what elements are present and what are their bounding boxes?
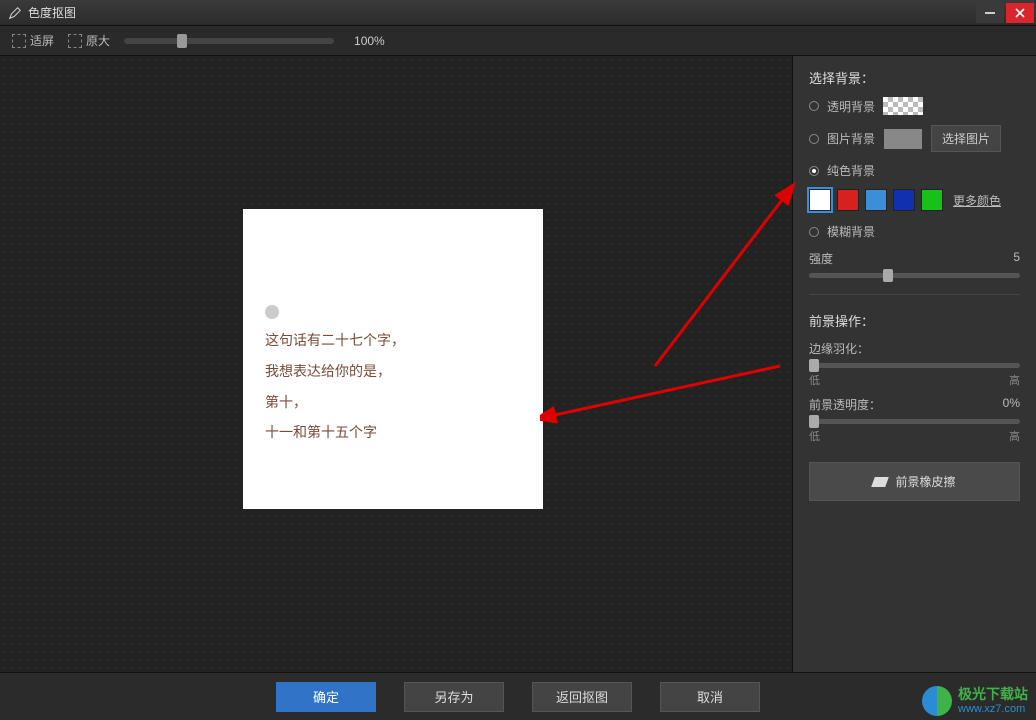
zoom-slider[interactable] — [124, 38, 334, 44]
watermark-url: www.xz7.com — [958, 703, 1028, 716]
solid-bg-label: 纯色背景 — [827, 162, 875, 179]
original-label: 原大 — [86, 32, 110, 49]
close-button[interactable] — [1006, 3, 1034, 23]
low-label: 低 — [809, 428, 820, 444]
feather-label: 边缘羽化： — [809, 340, 869, 357]
fg-section-title: 前景操作： — [809, 311, 1020, 330]
color-swatch-green[interactable] — [921, 189, 943, 211]
fit-screen-button[interactable]: 适屏 — [12, 32, 54, 49]
low-label: 低 — [809, 372, 820, 388]
close-icon — [1015, 8, 1025, 18]
opacity-label: 前景透明度： — [809, 396, 881, 413]
titlebar: 色度抠图 — [0, 0, 1036, 26]
eraser-icon — [872, 477, 890, 487]
minimize-icon — [985, 8, 995, 18]
fit-label: 适屏 — [30, 32, 54, 49]
color-swatch-row: 更多颜色 — [809, 189, 1020, 211]
intensity-slider-block: 强度 5 — [809, 250, 1020, 278]
divider — [809, 294, 1020, 295]
more-colors-link[interactable]: 更多颜色 — [953, 192, 1001, 209]
text-line: 这句话有二十七个字， — [265, 327, 521, 358]
radio-icon — [809, 101, 819, 111]
sidebar: 选择背景： 透明背景 图片背景 选择图片 纯色背景 更多颜色 模糊背景 — [792, 56, 1036, 672]
transparent-swatch — [883, 97, 923, 115]
intensity-slider[interactable] — [809, 273, 1020, 278]
color-swatch-white[interactable] — [809, 189, 831, 211]
color-swatch-lightblue[interactable] — [865, 189, 887, 211]
slider-thumb[interactable] — [883, 269, 893, 282]
text-line: 十一和第十五个字 — [265, 419, 521, 450]
cancel-button[interactable]: 取消 — [660, 682, 760, 712]
blur-bg-label: 模糊背景 — [827, 223, 875, 240]
intensity-label: 强度 — [809, 250, 833, 267]
minimize-button[interactable] — [976, 3, 1004, 23]
annotation-arrow — [620, 176, 820, 376]
footer: 确定 另存为 返回抠图 取消 — [0, 672, 1036, 720]
zoom-value: 100% — [354, 34, 385, 48]
feather-slider-block: 边缘羽化： 低 高 — [809, 340, 1020, 388]
high-label: 高 — [1009, 428, 1020, 444]
radio-icon — [809, 166, 819, 176]
watermark-name: 极光下载站 — [958, 686, 1028, 703]
radio-image-bg[interactable]: 图片背景 选择图片 — [809, 125, 1020, 152]
high-label: 高 — [1009, 372, 1020, 388]
eraser-label: 前景橡皮擦 — [895, 473, 955, 490]
foreground-eraser-button[interactable]: 前景橡皮擦 — [809, 462, 1020, 501]
zoom-thumb[interactable] — [177, 34, 187, 48]
radio-solid-bg[interactable]: 纯色背景 — [809, 162, 1020, 179]
image-bg-swatch — [883, 128, 923, 150]
radio-icon — [809, 227, 819, 237]
preview-image: 这句话有二十七个字， 我想表达给你的是， 第十， 十一和第十五个字 — [243, 209, 543, 509]
choose-image-button[interactable]: 选择图片 — [931, 125, 1001, 152]
ok-button[interactable]: 确定 — [276, 682, 376, 712]
opacity-value: 0% — [1003, 396, 1020, 413]
canvas-area[interactable]: 这句话有二十七个字， 我想表达给你的是， 第十， 十一和第十五个字 — [0, 56, 792, 672]
color-swatch-blue[interactable] — [893, 189, 915, 211]
toolbar: 适屏 原大 100% — [0, 26, 1036, 56]
color-swatch-red[interactable] — [837, 189, 859, 211]
back-button[interactable]: 返回抠图 — [532, 682, 632, 712]
pen-icon — [8, 6, 22, 20]
annotation-arrow — [540, 356, 800, 506]
watermark: 极光下载站 www.xz7.com — [922, 686, 1028, 716]
slider-thumb[interactable] — [809, 359, 819, 372]
bird-icon — [265, 305, 279, 319]
window-title: 色度抠图 — [28, 4, 976, 21]
radio-icon — [809, 134, 819, 144]
bg-section-title: 选择背景： — [809, 68, 1020, 87]
fit-icon — [12, 34, 26, 48]
radio-blur-bg[interactable]: 模糊背景 — [809, 223, 1020, 240]
feather-slider[interactable] — [809, 363, 1020, 368]
save-as-button[interactable]: 另存为 — [404, 682, 504, 712]
text-line: 第十， — [265, 389, 521, 420]
opacity-slider[interactable] — [809, 419, 1020, 424]
original-size-button[interactable]: 原大 — [68, 32, 110, 49]
radio-transparent-bg[interactable]: 透明背景 — [809, 97, 1020, 115]
watermark-logo-icon — [922, 686, 952, 716]
transparent-label: 透明背景 — [827, 98, 875, 115]
intensity-value: 5 — [1013, 250, 1020, 267]
image-bg-label: 图片背景 — [827, 130, 875, 147]
slider-thumb[interactable] — [809, 415, 819, 428]
opacity-slider-block: 前景透明度： 0% 低 高 — [809, 396, 1020, 444]
text-line: 我想表达给你的是， — [265, 358, 521, 389]
original-icon — [68, 34, 82, 48]
